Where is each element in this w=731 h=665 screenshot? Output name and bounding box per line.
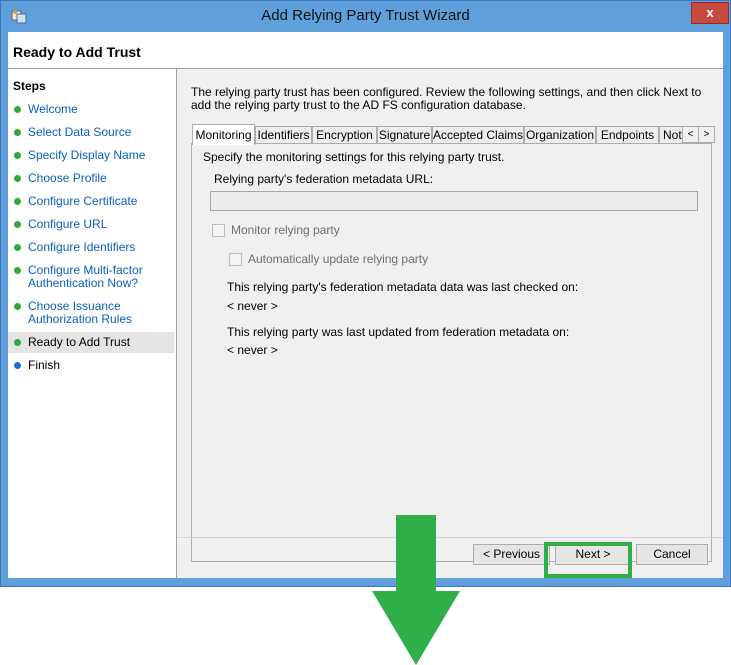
step-complete-icon [14,221,21,228]
step-complete-icon [14,198,21,205]
tab-scroll-right-button[interactable]: > [698,126,715,143]
step-complete-icon [14,339,21,346]
step-configure-multi-factor[interactable]: Configure Multi-factor Authentication No… [8,264,174,292]
wizard-window: Add Relying Party Trust Wizard x Ready t… [0,0,731,587]
chevron-right-icon: > [703,129,710,140]
tab-strip: Monitoring Identifiers Encryption Signat… [192,124,715,145]
cancel-button[interactable]: Cancel [636,544,708,565]
step-configure-identifiers[interactable]: Configure Identifiers [8,241,174,255]
previous-button[interactable]: < Previous [473,544,550,565]
tab-encryption[interactable]: Encryption [312,126,377,144]
step-label: Finish [28,358,61,372]
auto-update-label: Automatically update relying party [248,252,429,266]
step-label: Select Data Source [28,125,132,139]
step-select-data-source[interactable]: Select Data Source [8,126,174,140]
tab-organization[interactable]: Organization [524,126,596,144]
step-label: Ready to Add Trust [28,335,131,349]
metadata-url-label: Relying party's federation metadata URL: [214,172,434,186]
step-complete-icon [14,244,21,251]
page-title: Ready to Add Trust [13,44,141,60]
step-configure-url[interactable]: Configure URL [8,218,174,232]
chevron-left-icon: < [687,129,694,140]
window-title: Add Relying Party Trust Wizard [261,7,470,24]
tab-scroll-left-button[interactable]: < [682,126,699,143]
tab-identifiers[interactable]: Identifiers [255,126,312,144]
monitor-relying-party-checkbox[interactable] [212,224,225,237]
tab-signature[interactable]: Signature [377,126,432,144]
step-choose-profile[interactable]: Choose Profile [8,172,174,186]
monitor-relying-party-label: Monitor relying party [231,223,340,237]
metadata-url-input[interactable] [210,191,698,211]
step-configure-certificate[interactable]: Configure Certificate [8,195,174,209]
step-label: Choose Profile [28,171,107,185]
steps-panel: Steps Welcome Select Data Source Specify… [8,69,177,578]
step-complete-icon [14,267,21,274]
step-label: Configure Certificate [28,194,138,208]
last-checked-value: < never > [227,299,278,313]
tab-monitoring[interactable]: Monitoring [192,124,255,145]
close-button[interactable]: x [691,2,729,24]
step-complete-icon [14,152,21,159]
next-button-highlight [544,542,632,578]
last-updated-label: This relying party was last updated from… [227,325,570,339]
step-label: Configure Multi-factor Authentication No… [28,263,143,290]
content-area: The relying party trust has been configu… [177,69,723,578]
step-specify-display-name[interactable]: Specify Display Name [8,149,174,163]
step-label: Configure URL [28,217,108,231]
step-label: Choose Issuance Authorization Rules [28,299,133,326]
wizard-client: Ready to Add Trust Steps Welcome Select … [8,32,723,578]
step-ready-to-add-trust[interactable]: Ready to Add Trust [8,332,174,353]
step-label: Specify Display Name [28,148,146,162]
step-complete-icon [14,106,21,113]
step-complete-icon [14,303,21,310]
step-label: Configure Identifiers [28,240,136,254]
title-bar[interactable]: Add Relying Party Trust Wizard x [1,1,730,31]
step-choose-issuance-rules[interactable]: Choose Issuance Authorization Rules [8,300,174,328]
tab-accepted-claims[interactable]: Accepted Claims [432,126,524,144]
wizard-header: Ready to Add Trust [8,32,723,69]
last-checked-label: This relying party's federation metadata… [227,280,579,294]
step-complete-icon [14,175,21,182]
monitoring-description: Specify the monitoring settings for this… [203,150,505,164]
step-finish[interactable]: Finish [8,359,174,373]
step-label: Welcome [28,102,78,116]
monitoring-panel: Specify the monitoring settings for this… [191,143,712,562]
auto-update-checkbox[interactable] [229,253,242,266]
close-icon: x [706,5,714,20]
tab-endpoints[interactable]: Endpoints [596,126,659,144]
step-pending-icon [14,362,21,369]
step-welcome[interactable]: Welcome [8,103,174,117]
last-updated-value: < never > [227,343,278,357]
intro-text: The relying party trust has been configu… [191,85,702,112]
step-complete-icon [14,129,21,136]
steps-title: Steps [13,79,46,93]
down-arrow-icon [372,515,460,665]
